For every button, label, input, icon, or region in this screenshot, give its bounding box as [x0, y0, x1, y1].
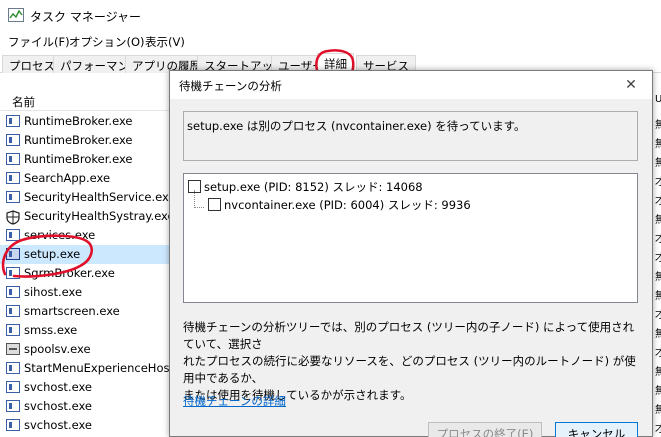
- user-cell: 才: [655, 310, 661, 321]
- column-name-header[interactable]: 名前: [12, 94, 35, 110]
- process-name: sihost.exe: [24, 285, 83, 299]
- tree-node-child-label: nvcontainer.exe (PID: 6004) スレッド: 9936: [224, 198, 471, 212]
- user-cell: 無: [655, 120, 661, 131]
- user-cell: 無: [655, 329, 661, 340]
- process-row[interactable]: RuntimeBroker.exe: [0, 131, 170, 150]
- process-row[interactable]: SecurityHealthSystray.exe: [0, 207, 170, 226]
- user-cell: 才: [655, 234, 661, 245]
- user-cell: 才: [655, 253, 661, 264]
- process-name: svchost.exe: [24, 418, 93, 432]
- column-header[interactable]: 名前: [0, 90, 170, 110]
- tree-connector: [194, 190, 195, 208]
- window-icon: [6, 153, 20, 165]
- process-name: SecurityHealthService.exe: [24, 190, 170, 204]
- process-name: RuntimeBroker.exe: [24, 152, 133, 166]
- close-icon[interactable]: ✕: [617, 75, 645, 95]
- description-line: れたプロセスの続行に必要なリソースを、どのプロセス (ツリー内のルートノード) …: [183, 354, 636, 385]
- process-name: RuntimeBroker.exe: [24, 114, 133, 128]
- process-name: svchost.exe: [24, 399, 93, 413]
- task-manager-icon: [8, 8, 24, 22]
- process-name: services.exe: [24, 228, 96, 242]
- user-cell: 無: [655, 291, 661, 302]
- user-cell: 才: [655, 348, 661, 359]
- wait-chain-tree: setup.exe (PID: 8152) スレッド: 14068 nvcont…: [183, 173, 638, 303]
- process-row[interactable]: svchost.exe: [0, 416, 170, 435]
- dialog-title: 待機チェーンの分析: [179, 79, 282, 93]
- process-row[interactable]: sihost.exe: [0, 283, 170, 302]
- tree-connector: [194, 207, 204, 208]
- end-process-button[interactable]: プロセスの終了(E): [428, 422, 542, 437]
- process-row[interactable]: smartscreen.exe: [0, 302, 170, 321]
- process-row[interactable]: SgrmBroker.exe: [0, 264, 170, 283]
- printer-icon: [6, 343, 20, 355]
- window-icon: [6, 286, 20, 298]
- user-cell: 無: [655, 272, 661, 283]
- user-cell: 無: [655, 367, 661, 378]
- process-row[interactable]: RuntimeBroker.exe: [0, 112, 170, 131]
- user-cell: 無: [655, 386, 661, 397]
- window-icon: [6, 400, 20, 412]
- menu-view[interactable]: 表示(V): [145, 34, 185, 50]
- menu-file[interactable]: ファイル(F): [8, 34, 70, 50]
- process-row[interactable]: spoolsv.exe: [0, 340, 170, 359]
- status-box: setup.exe は別のプロセス (nvcontainer.exe) を待って…: [183, 111, 638, 161]
- window-icon: [6, 172, 20, 184]
- process-name: smartscreen.exe: [24, 304, 120, 318]
- window-icon: [6, 381, 20, 393]
- setup-icon: [6, 248, 20, 260]
- window-icon: [6, 362, 20, 374]
- process-row[interactable]: StartMenuExperienceHost.exe: [0, 359, 170, 378]
- user-cell: 無: [655, 405, 661, 416]
- user-cell: 無: [655, 139, 661, 150]
- process-row[interactable]: RuntimeBroker.exe: [0, 150, 170, 169]
- process-name: SearchApp.exe: [24, 171, 111, 185]
- window-title: タスク マネージャー: [30, 10, 141, 24]
- window-icon: [6, 229, 20, 241]
- process-row[interactable]: svchost.exe: [0, 378, 170, 397]
- user-cell: 才: [655, 424, 661, 435]
- process-list: RuntimeBroker.exe RuntimeBroker.exe Runtim…: [0, 112, 170, 437]
- process-name: svchost.exe: [24, 380, 93, 394]
- window-titlebar: タスク マネージャー: [0, 0, 661, 30]
- window-icon: [6, 305, 20, 317]
- process-row[interactable]: svchost.exe: [0, 397, 170, 416]
- process-row[interactable]: SecurityHealthService.exe: [0, 188, 170, 207]
- menu-options[interactable]: オプション(O): [69, 34, 145, 50]
- process-name: smss.exe: [24, 323, 78, 337]
- description-line: 待機チェーンの分析ツリーでは、別のプロセス (ツリー内の子ノード) によって使用…: [183, 320, 635, 351]
- process-row[interactable]: setup.exe: [0, 245, 170, 264]
- cancel-button[interactable]: キャンセル: [555, 422, 638, 437]
- user-cell: 才: [655, 196, 661, 207]
- header-divider: [0, 110, 170, 111]
- process-name: RuntimeBroker.exe: [24, 133, 133, 147]
- wait-chain-dialog: 待機チェーンの分析 ✕ setup.exe は別のプロセス (nvcontain…: [169, 70, 653, 437]
- process-name: spoolsv.exe: [24, 342, 91, 356]
- status-text: setup.exe は別のプロセス (nvcontainer.exe) を待って…: [187, 119, 526, 133]
- tree-node-child-checkbox[interactable]: [208, 198, 221, 211]
- user-cell: 才: [655, 177, 661, 188]
- process-row[interactable]: SearchApp.exe: [0, 169, 170, 188]
- process-row[interactable]: smss.exe: [0, 321, 170, 340]
- right-column-header: U: [655, 94, 661, 105]
- window-icon: [6, 267, 20, 279]
- process-name: SecurityHealthSystray.exe: [24, 209, 170, 223]
- window-icon: [6, 134, 20, 146]
- process-row[interactable]: services.exe: [0, 226, 170, 245]
- wait-chain-details-link[interactable]: 待機チェーンの詳細: [183, 393, 286, 409]
- tree-node-root-label: setup.exe (PID: 8152) スレッド: 14068: [204, 180, 423, 194]
- shield-icon: [6, 210, 20, 225]
- window-icon: [6, 115, 20, 127]
- description-text: 待機チェーンの分析ツリーでは、別のプロセス (ツリー内の子ノード) によって使用…: [183, 319, 645, 404]
- window-icon: [6, 419, 20, 431]
- window-icon: [6, 191, 20, 203]
- process-name: setup.exe: [24, 247, 81, 261]
- dialog-titlebar: 待機チェーンの分析 ✕: [170, 71, 652, 99]
- window-icon: [6, 324, 20, 336]
- user-cell: 無: [655, 215, 661, 226]
- process-name: StartMenuExperienceHost.exe: [24, 361, 170, 375]
- menu-bar: ファイル(F) オプション(O) 表示(V): [0, 30, 661, 52]
- user-cell: 無: [655, 158, 661, 169]
- process-name: SgrmBroker.exe: [24, 266, 115, 280]
